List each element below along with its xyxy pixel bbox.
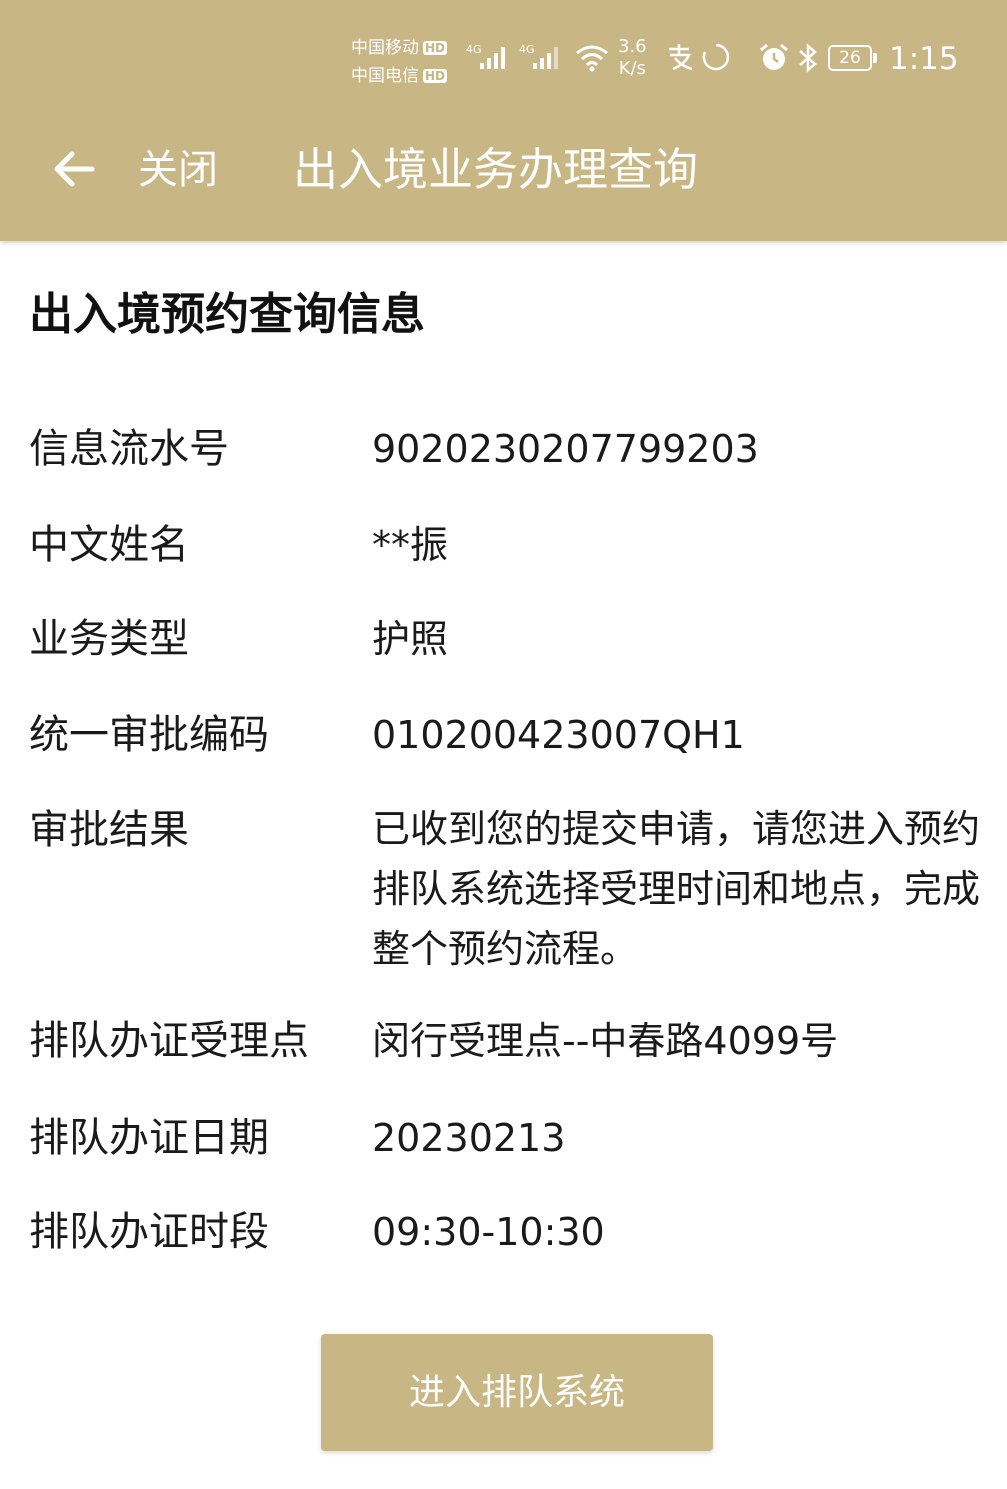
field-value: 09:30-10:30: [372, 1210, 605, 1254]
alipay-icon: [669, 44, 693, 71]
svg-text:4G: 4G: [466, 43, 482, 56]
alarm-icon: [760, 43, 788, 70]
field-label: 业务类型: [29, 616, 189, 662]
field-label: 排队办证日期: [29, 1115, 269, 1161]
net-speed-value: 3.6: [618, 36, 647, 57]
carrier-name-2: 中国电信: [351, 66, 419, 86]
field-label: 排队办证受理点: [29, 1018, 309, 1064]
field-label: 信息流水号: [29, 426, 229, 472]
net-speed-unit: K/s: [618, 58, 646, 79]
bluetooth-icon: [799, 43, 817, 73]
close-button[interactable]: 关闭: [138, 146, 218, 194]
field-value: 010200423007QH1: [372, 713, 745, 757]
field-value: 已收到您的提交申请，请您进入预约排队系统选择受理时间和地点，完成整个预约流程。: [372, 807, 981, 971]
field-value: 护照: [372, 617, 449, 661]
field-value: **振: [372, 523, 449, 567]
network-speed: 3.6 K/s: [618, 36, 647, 80]
field-label: 中文姓名: [29, 522, 189, 568]
page-title: 出入境业务办理查询: [293, 143, 699, 196]
signal-4g-icon: 4G: [519, 43, 558, 69]
field-label: 排队办证时段: [29, 1209, 269, 1255]
battery-level: 26: [839, 48, 861, 68]
loading-icon: [702, 43, 730, 71]
carrier-info: 中国移动 HD 中国电信 HD: [351, 34, 448, 90]
section-title: 出入境预约查询信息: [29, 289, 425, 340]
hd-badge: HD: [423, 69, 448, 83]
hd-badge: HD: [423, 41, 448, 55]
status-bar: 中国移动 HD 中国电信 HD 4G 4G 3.6 K/s 26 1:15: [0, 0, 1007, 110]
arrow-left-icon[interactable]: [50, 145, 98, 193]
status-time: 1:15: [889, 41, 959, 77]
field-label: 审批结果: [29, 807, 189, 853]
field-label: 统一审批编码: [29, 712, 269, 758]
app-header: 中国移动 HD 中国电信 HD 4G 4G 3.6 K/s 26 1:15 关闭…: [0, 0, 1007, 241]
field-value: 9020230207799203: [372, 427, 759, 471]
carrier-name-1: 中国移动: [351, 38, 419, 58]
field-value: 闵行受理点--中春路4099号: [372, 1019, 839, 1063]
signal-4g-icon: 4G: [466, 43, 505, 69]
battery-icon: 26: [828, 45, 877, 71]
field-value: 20230213: [372, 1116, 566, 1160]
wifi-icon: [576, 45, 608, 72]
enter-queue-system-button[interactable]: 进入排队系统: [321, 1334, 713, 1451]
svg-text:4G: 4G: [519, 43, 535, 56]
